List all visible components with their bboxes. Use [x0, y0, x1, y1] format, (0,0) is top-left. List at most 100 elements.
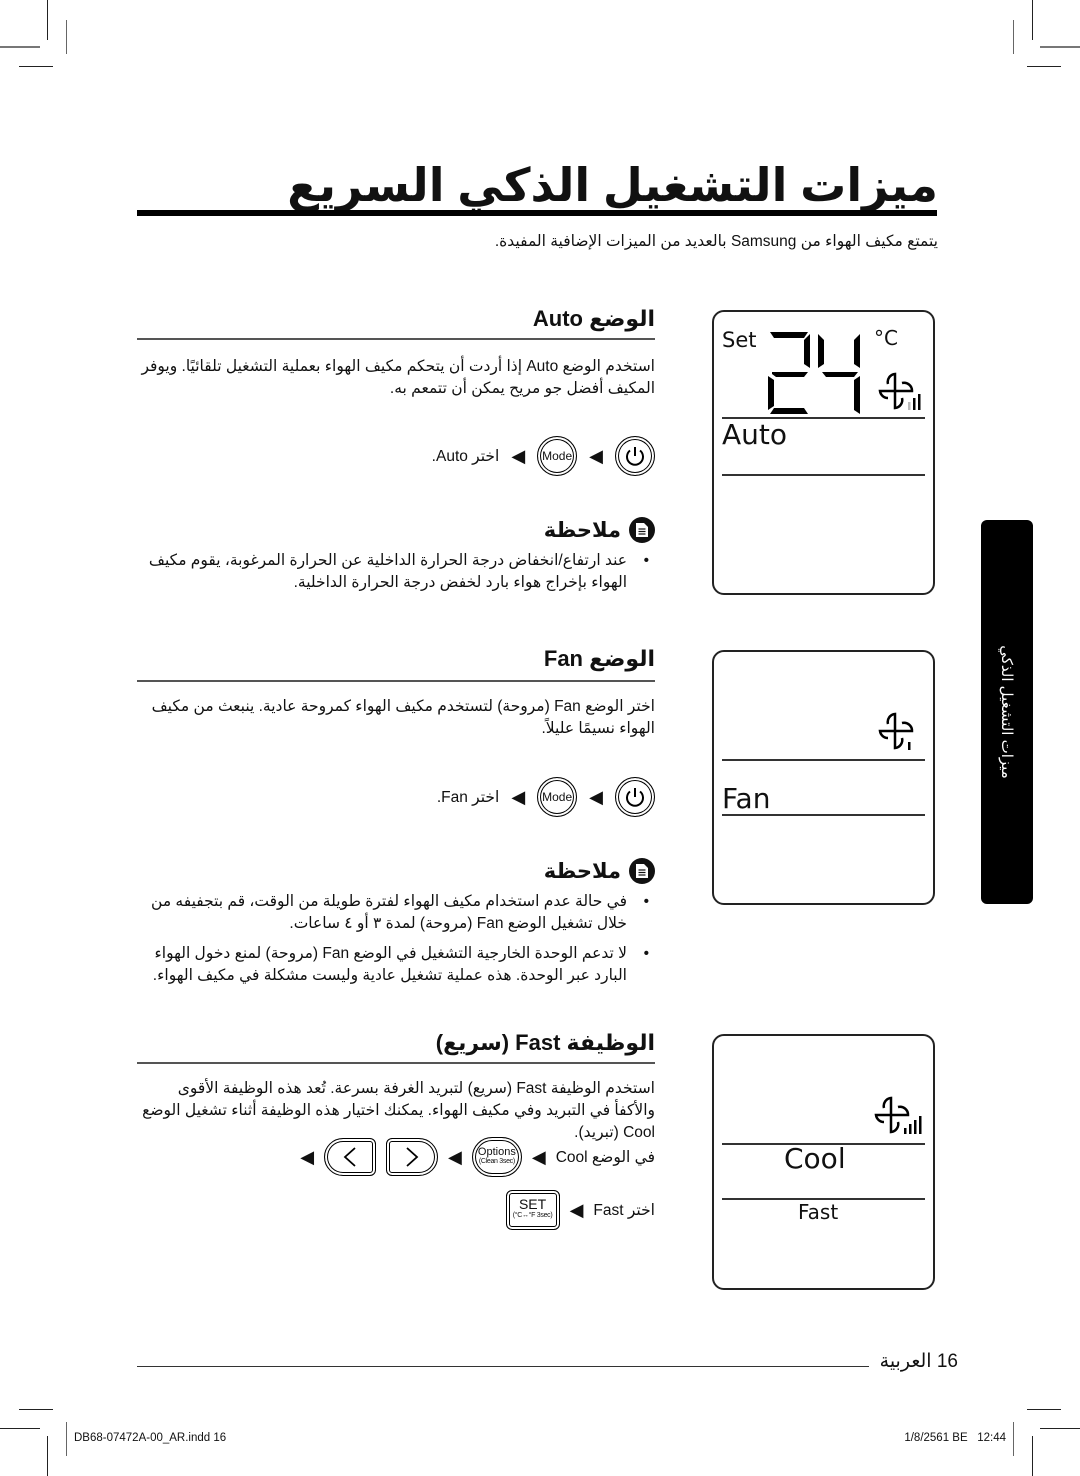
note-item: عند ارتفاع/انخفاض درجة الحرارة الداخلية … [135, 550, 655, 594]
set-button[interactable]: SET (°C↔°F 3sec) [505, 1190, 560, 1230]
power-button[interactable] [615, 436, 655, 476]
note-title: ملاحظة [543, 859, 621, 883]
fan-steps: ◀ Mode ◀ اختر Fan. [135, 777, 655, 817]
crop-mark [47, 1436, 48, 1476]
arrow-icon: ◀ [448, 1147, 462, 1167]
set-label: SET [518, 1196, 547, 1212]
crop-mark [66, 20, 67, 54]
note-icon [629, 517, 655, 543]
fan-bar [908, 742, 911, 750]
fan-bar [913, 398, 916, 410]
lcd-mode: Cool [784, 1142, 846, 1175]
crop-mark [0, 1428, 40, 1429]
fan-note-header: ملاحظة [135, 858, 655, 884]
arrow-icon: ◀ [511, 446, 526, 466]
fast-section-title: الوظيفة Fast (سريع) [435, 1030, 655, 1055]
page-title: ميزات التشغيل الذكي السريع [287, 159, 938, 211]
lcd-set-label: Set [722, 328, 757, 352]
options-sublabel: (Clean 3sec) [478, 1158, 515, 1165]
fan-notes: في حالة عدم استخدام مكيف الهواء لفترة طو… [135, 891, 655, 995]
power-button[interactable] [615, 777, 655, 817]
arrow-icon: ◀ [569, 1200, 584, 1220]
crop-mark [0, 46, 40, 48]
page-number: 16 العربية [880, 1350, 958, 1373]
chevron-left-icon [343, 1147, 356, 1167]
fan-description: اختر الوضع Fan (مروحة) لتستخدم مكيف الهو… [151, 698, 655, 737]
section-rule [137, 1062, 655, 1064]
fan-section-title: الوضع Fan [543, 646, 655, 671]
crop-mark [19, 1409, 53, 1410]
power-icon [626, 788, 644, 807]
crop-mark [47, 0, 48, 40]
fast-steps-1: في الوضع Cool ◀ Options (Clean 3sec) ◀ ◀ [135, 1137, 655, 1177]
arrow-icon: ◀ [531, 1147, 546, 1167]
lcd-mode: Fan [722, 782, 771, 815]
crop-mark [1040, 46, 1080, 48]
page-language: العربية [879, 1351, 932, 1372]
auto-section-title: الوضع Auto [532, 306, 655, 331]
note-icon [629, 858, 655, 884]
fast-description: استخدم الوظيفة Fast (سريع) لتبريد الغرفة… [142, 1080, 655, 1141]
auto-note-header: ملاحظة [135, 517, 655, 543]
document-icon [636, 864, 648, 878]
fan-bar [919, 1116, 922, 1134]
fan-bar [914, 1120, 917, 1134]
fast-step2-text: اختر Fast [593, 1201, 655, 1219]
lcd-mode: Auto [722, 418, 788, 451]
left-button[interactable] [324, 1138, 377, 1176]
footer-timestamp: 1/8/2561 BE 12:44 [904, 1432, 1006, 1444]
fan-bar [909, 1124, 912, 1134]
crop-mark [1040, 1428, 1080, 1429]
fan-bar [908, 402, 911, 410]
fast-step1-text: في الوضع Cool [555, 1148, 655, 1166]
fan-bar [918, 394, 921, 410]
crop-mark [19, 66, 53, 67]
arrow-icon: ◀ [511, 787, 526, 807]
mode-button[interactable]: Mode [537, 436, 578, 476]
crop-mark [1013, 1422, 1014, 1456]
lcd-display-fan: Fan [712, 650, 935, 905]
lcd-divider [722, 474, 925, 476]
title-rule [137, 210, 937, 216]
lcd-unit: °C [874, 326, 898, 350]
fan-speed-icon [878, 712, 914, 750]
options-button[interactable]: Options (Clean 3sec) [471, 1137, 522, 1177]
crop-mark [1032, 0, 1033, 40]
lcd-temperature-digits [768, 332, 860, 414]
power-icon [626, 447, 644, 466]
note-title: ملاحظة [543, 518, 621, 542]
fast-steps-2: اختر Fast ◀ SET (°C↔°F 3sec) [135, 1190, 655, 1230]
lcd-display-auto: Set °C Auto [712, 310, 935, 595]
arrow-icon: ◀ [589, 787, 603, 807]
fan-speed-icon [878, 372, 921, 410]
right-button[interactable] [386, 1138, 439, 1176]
document-icon [636, 523, 648, 537]
crop-mark [1027, 66, 1061, 67]
arrow-icon: ◀ [300, 1147, 315, 1167]
auto-step-text: اختر Auto. [431, 447, 500, 465]
arrow-icon: ◀ [589, 446, 603, 466]
auto-description: استخدم الوضع Auto إذا أردت أن يتحكم مكيف… [141, 358, 655, 397]
lcd-function: Fast [798, 1200, 839, 1224]
fan-step-text: اختر Fan. [436, 788, 500, 806]
mode-button[interactable]: Mode [537, 777, 578, 817]
chapter-tab: ميزات التشغيل الذكي [981, 520, 1033, 904]
crop-mark [1013, 20, 1014, 54]
section-rule [137, 680, 655, 682]
lcd-divider [722, 814, 925, 816]
chevron-right-icon [406, 1147, 419, 1167]
footer-rule [137, 1366, 869, 1367]
chapter-tab-label: ميزات التشغيل الذكي [998, 645, 1015, 779]
set-sublabel: (°C↔°F 3sec) [512, 1212, 553, 1219]
lcd-display-fast: Cool Fast [712, 1034, 935, 1290]
intro-text: يتمتع مكيف الهواء من Samsung بالعديد من … [494, 233, 938, 250]
note-item: لا تدعم الوحدة الخارجية التشغيل في الوضع… [135, 943, 655, 987]
crop-mark [66, 1422, 67, 1456]
auto-notes: عند ارتفاع/انخفاض درجة الحرارة الداخلية … [135, 550, 655, 602]
fan-bar [904, 1128, 907, 1134]
crop-mark [1032, 1436, 1033, 1476]
lcd-divider [722, 759, 925, 761]
auto-steps: ◀ Mode ◀ اختر Auto. [135, 436, 655, 476]
fan-speed-icon [874, 1096, 922, 1134]
note-item: في حالة عدم استخدام مكيف الهواء لفترة طو… [135, 891, 655, 935]
